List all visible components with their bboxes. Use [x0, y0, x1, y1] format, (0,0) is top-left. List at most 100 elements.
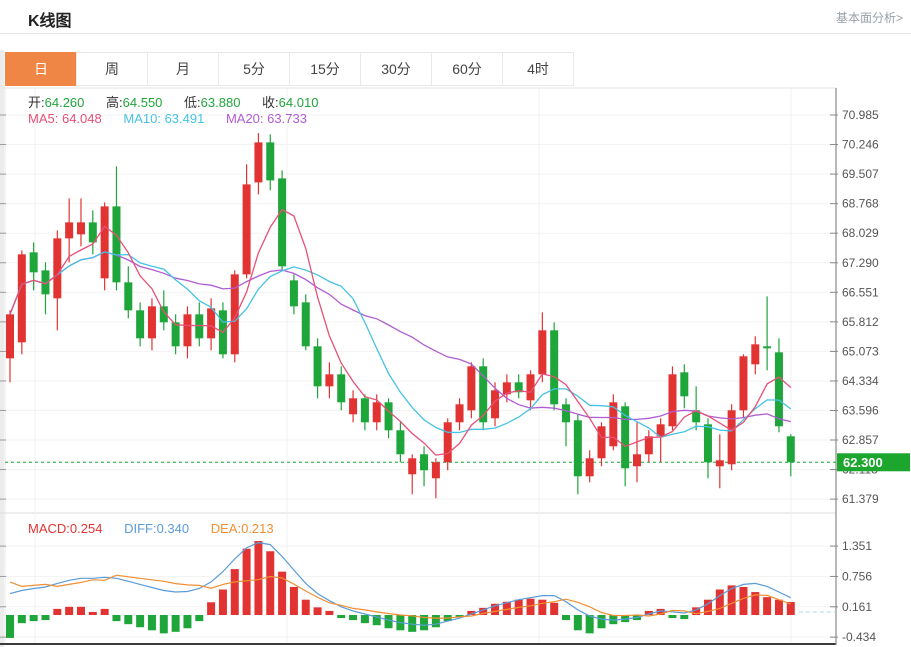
macd-bar: [680, 615, 688, 619]
candle: [124, 282, 132, 310]
macd-label: MACD:: [28, 521, 70, 536]
candle: [65, 222, 73, 238]
tab-week[interactable]: 周: [76, 52, 148, 86]
macd-bar: [432, 615, 440, 627]
macd-bar: [183, 615, 191, 628]
tab-15min[interactable]: 15分: [289, 52, 361, 86]
macd-bar: [349, 615, 357, 620]
macd-bar: [598, 615, 606, 628]
candle: [148, 306, 156, 338]
macd-bar: [385, 615, 393, 628]
ma20-label: MA20:: [226, 111, 264, 126]
candle: [704, 424, 712, 462]
tab-day[interactable]: 日: [5, 52, 77, 86]
macd-bar: [160, 615, 168, 633]
y-axis-label: 70.246: [842, 138, 879, 152]
open-label: 开:: [28, 95, 45, 110]
y-axis-label: 0.756: [842, 569, 872, 583]
tab-5min[interactable]: 5分: [218, 52, 290, 86]
macd-bar: [101, 609, 109, 615]
macd-bar: [53, 609, 61, 615]
macd-bar: [172, 615, 180, 632]
open-value: 64.260: [45, 95, 85, 110]
macd-value: 0.254: [70, 521, 103, 536]
y-axis-label: 62.857: [842, 433, 879, 447]
macd-bar: [302, 600, 310, 615]
candle: [775, 352, 783, 426]
y-axis-label: -0.434: [842, 630, 876, 644]
candle: [77, 222, 85, 234]
low-label: 低:: [184, 95, 201, 110]
candle: [716, 460, 724, 466]
close-value: 64.010: [279, 95, 319, 110]
macd-bar: [586, 615, 594, 633]
macd-bar: [6, 615, 14, 638]
macd-bar: [763, 597, 771, 615]
candle: [385, 402, 393, 430]
y-axis-label: 70.985: [842, 108, 879, 122]
candle: [787, 436, 795, 462]
tab-month[interactable]: 月: [147, 52, 219, 86]
macd-bar: [148, 615, 156, 630]
candle: [266, 142, 274, 180]
candle: [373, 402, 381, 422]
candle: [633, 454, 641, 466]
candle: [302, 302, 310, 346]
candle: [53, 238, 61, 298]
macd-bar: [18, 615, 26, 623]
macd-bar: [243, 549, 251, 615]
ohlc-info: 开:64.260 高:64.550 低:63.880 收:64.010: [28, 92, 336, 111]
macd-bar: [89, 612, 97, 615]
candle: [668, 374, 676, 426]
candle: [290, 280, 298, 306]
dea-value: 0.213: [241, 521, 274, 536]
macd-bar: [207, 602, 215, 615]
macd-bar: [325, 611, 333, 615]
ma5-label: MA5:: [28, 111, 58, 126]
candle: [112, 206, 120, 282]
candle: [598, 426, 606, 458]
candle: [278, 178, 286, 266]
candle: [574, 420, 582, 476]
candle: [325, 374, 333, 386]
low-value: 63.880: [201, 95, 241, 110]
macd-bar: [314, 607, 322, 615]
candle: [6, 314, 14, 358]
tab-60min[interactable]: 60分: [431, 52, 503, 86]
candle: [467, 366, 475, 410]
candle: [680, 372, 688, 396]
high-label: 高:: [106, 95, 123, 110]
macd-bar: [550, 603, 558, 615]
tab-4hour[interactable]: 4时: [502, 52, 574, 86]
ma5-value: 64.048: [62, 111, 102, 126]
candle: [751, 344, 759, 364]
candle: [420, 454, 428, 470]
candle: [739, 356, 747, 410]
macd-bar: [290, 587, 298, 615]
candle: [18, 254, 26, 342]
macd-bar: [775, 600, 783, 615]
kline-page: { "header": { "title": "K线图", "link": "基…: [0, 0, 911, 647]
macd-bar: [254, 541, 262, 615]
y-axis-label: 67.290: [842, 256, 879, 270]
candle: [30, 252, 38, 272]
candle: [183, 314, 191, 346]
candle: [538, 330, 546, 374]
candle: [408, 458, 416, 474]
macd-bar: [266, 551, 274, 615]
macd-bar: [30, 615, 38, 621]
tab-30min[interactable]: 30分: [360, 52, 432, 86]
macd-bar: [65, 607, 73, 615]
candle: [586, 458, 594, 476]
candle: [207, 308, 215, 338]
candle: [349, 398, 357, 414]
macd-bar: [77, 607, 85, 615]
macd-bar: [231, 569, 239, 615]
y-axis-label: 61.379: [842, 492, 879, 506]
high-value: 64.550: [123, 95, 163, 110]
candle: [562, 404, 570, 422]
candle: [444, 422, 452, 462]
ma10-value: 63.491: [165, 111, 205, 126]
diff-value: 0.340: [157, 521, 190, 536]
candle: [172, 322, 180, 346]
